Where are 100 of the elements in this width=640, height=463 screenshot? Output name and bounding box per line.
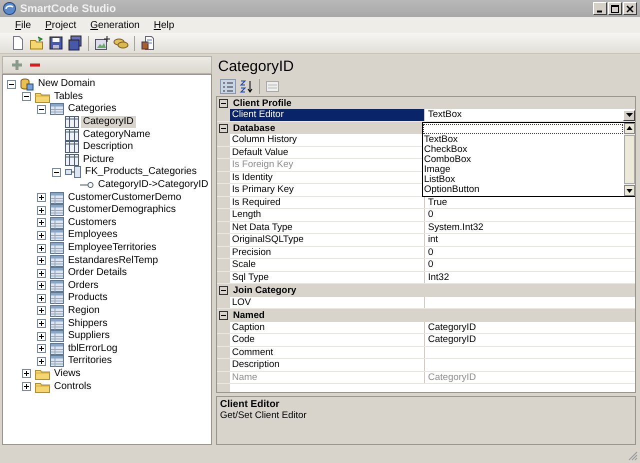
tree-item[interactable]: Picture <box>81 154 116 166</box>
table-icon <box>50 103 64 116</box>
property-name[interactable]: Scale <box>230 259 425 271</box>
property-category[interactable]: Client Profile <box>217 96 635 110</box>
expand-icon[interactable] <box>22 382 31 392</box>
scroll-up-icon[interactable] <box>624 122 635 134</box>
property-value: CategoryID <box>428 322 478 334</box>
tree-item[interactable]: EstandaresRelTemp <box>66 254 160 267</box>
collapse-icon[interactable] <box>219 98 228 108</box>
property-name[interactable]: Sql Type <box>230 272 425 284</box>
expand-icon[interactable] <box>37 319 46 328</box>
description-title: Client Editor <box>220 398 280 410</box>
sort-alphabetical-icon[interactable] <box>239 78 254 94</box>
tree-item[interactable]: Suppliers <box>66 330 112 342</box>
property-value: CategoryID <box>428 372 478 384</box>
collapse-icon[interactable] <box>7 80 16 89</box>
property-name[interactable]: Length <box>230 209 425 221</box>
scroll-down-icon[interactable] <box>624 184 635 196</box>
open-folder-icon[interactable] <box>29 35 45 51</box>
tree-item[interactable]: CategoryID <box>81 116 136 128</box>
scrollbar[interactable] <box>624 122 635 196</box>
tree-item[interactable]: CustomerDemographics <box>66 204 178 216</box>
tree-item[interactable]: Employees <box>66 229 120 242</box>
tree-item[interactable]: EmployeeTerritories <box>66 242 158 254</box>
expand-icon[interactable] <box>37 294 46 303</box>
tree-item[interactable]: FK_Products_Categories <box>83 166 199 178</box>
expand-icon[interactable] <box>37 256 46 266</box>
property-value: TextBox <box>428 109 463 121</box>
tree-item[interactable]: Orders <box>66 280 101 292</box>
new-file-icon[interactable] <box>10 35 26 51</box>
property-name[interactable]: Comment <box>230 346 425 358</box>
tree-item[interactable]: Products <box>66 292 110 304</box>
menu-item[interactable]: File <box>8 20 38 30</box>
property-name[interactable]: Client Editor <box>230 109 425 121</box>
collapse-icon[interactable] <box>219 311 228 320</box>
tree-item[interactable]: Order Details <box>66 267 129 280</box>
expand-icon[interactable] <box>22 369 31 378</box>
expand-icon[interactable] <box>37 344 46 354</box>
property-name[interactable]: LOV <box>230 296 425 308</box>
categorized-icon[interactable] <box>220 78 236 94</box>
tree-item[interactable]: Territories <box>66 355 114 368</box>
collapse-icon[interactable] <box>219 124 228 133</box>
tree-item[interactable]: CategoryID->CategoryID <box>96 179 210 192</box>
tree-item[interactable]: Region <box>66 304 102 317</box>
tree-item[interactable]: Customers <box>66 216 118 229</box>
resize-grip-icon[interactable] <box>628 451 638 461</box>
expand-icon[interactable] <box>37 332 46 341</box>
tree-item[interactable]: Description <box>81 141 136 154</box>
property-name[interactable]: Description <box>230 359 425 371</box>
property-name[interactable]: Code <box>230 334 425 346</box>
collapse-icon[interactable] <box>52 168 61 177</box>
collapse-icon[interactable] <box>219 286 228 296</box>
property-value: CategoryID <box>428 334 478 346</box>
expand-icon[interactable] <box>37 193 46 202</box>
expand-icon[interactable] <box>37 268 46 278</box>
property-category[interactable]: Join Category <box>217 284 635 297</box>
tree-item[interactable]: CategoryName <box>81 128 152 141</box>
add-image-icon[interactable] <box>94 35 110 51</box>
tree-item[interactable]: New Domain <box>36 78 98 90</box>
dropdown-option[interactable]: ListBox <box>423 174 624 185</box>
dropdown-option[interactable]: OptionButton <box>423 184 624 195</box>
dropdown-button[interactable] <box>623 110 635 121</box>
table-icon <box>50 267 64 280</box>
save-icon[interactable] <box>48 35 64 51</box>
dropdown-option[interactable]: TextBox <box>423 134 624 145</box>
maximize-button[interactable] <box>608 2 622 15</box>
menu-item[interactable]: Help <box>146 20 182 30</box>
expand-icon[interactable] <box>37 356 46 366</box>
tree-item[interactable]: Tables <box>52 90 85 103</box>
collapse-icon[interactable] <box>22 92 31 102</box>
expand-icon[interactable] <box>37 206 46 215</box>
tree-item[interactable]: tblErrorLog <box>66 342 120 355</box>
property-value: Int32 <box>428 272 450 284</box>
minimize-button[interactable] <box>593 2 607 15</box>
expand-icon[interactable] <box>37 218 46 228</box>
close-button[interactable] <box>623 2 637 15</box>
menu-item[interactable]: Project <box>38 20 84 30</box>
dropdown-option[interactable]: Image <box>423 164 624 175</box>
expand-icon[interactable] <box>37 306 46 316</box>
collapse-icon[interactable] <box>37 104 46 114</box>
expand-icon[interactable] <box>37 230 46 240</box>
tree-item[interactable]: CustomerCustomerDemo <box>66 192 184 204</box>
expand-icon[interactable] <box>37 281 46 290</box>
export-icon[interactable] <box>140 35 156 51</box>
property-name[interactable]: OriginalSQLType <box>230 234 425 246</box>
property-name[interactable]: Net Data Type <box>230 222 425 234</box>
dropdown-option[interactable]: CheckBox <box>423 144 624 155</box>
tree-item[interactable]: Controls <box>52 380 94 393</box>
scrollbar-thumb[interactable] <box>624 134 635 184</box>
save-all-icon[interactable] <box>67 35 83 51</box>
tree-item[interactable]: Views <box>52 368 82 380</box>
dropdown-option[interactable]: ComboBox <box>423 154 624 165</box>
property-name[interactable]: Precision <box>230 246 425 258</box>
expand-icon[interactable] <box>37 244 46 253</box>
tree-item[interactable]: Categories <box>66 103 118 116</box>
property-name[interactable]: Caption <box>230 322 425 334</box>
tree-item[interactable]: Shippers <box>66 318 110 330</box>
menu-item[interactable]: Generation <box>83 20 147 30</box>
property-category[interactable]: Named <box>217 309 635 322</box>
table-icon <box>50 292 64 304</box>
